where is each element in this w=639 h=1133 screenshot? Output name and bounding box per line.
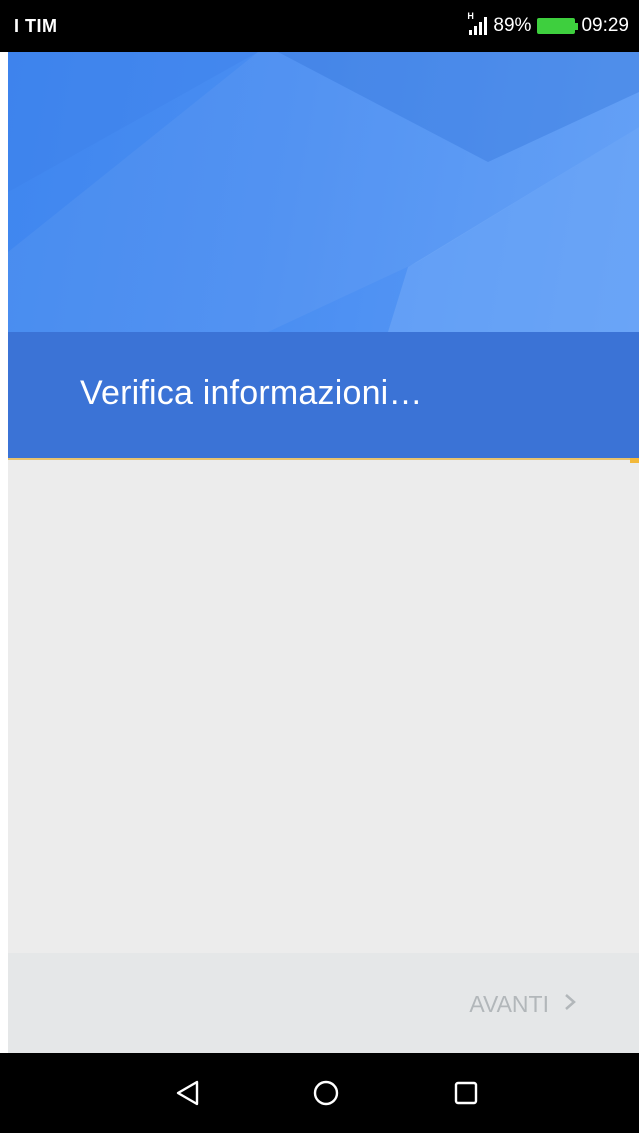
back-icon[interactable]	[170, 1075, 206, 1111]
next-button[interactable]: AVANTI	[469, 991, 577, 1018]
footer-bar: AVANTI	[8, 953, 639, 1053]
signal-icon: H	[467, 11, 488, 35]
status-indicators: H 89% 09:29	[467, 11, 629, 37]
page-title: Verifica informazioni…	[80, 374, 423, 412]
status-bar: I TIM H 89% 09:29	[0, 0, 639, 52]
recents-icon[interactable]	[448, 1075, 484, 1111]
progress-track	[8, 458, 630, 460]
battery-icon	[537, 18, 579, 34]
clock: 09:29	[581, 15, 629, 36]
next-button-label: AVANTI	[469, 991, 549, 1017]
device-screen: I TIM H 89% 09:29 Verifica informazioni…	[0, 0, 639, 1133]
screen-edge	[0, 52, 8, 1053]
battery-percent: 89%	[493, 15, 532, 36]
header-illustration	[8, 52, 639, 332]
title-bar: Verifica informazioni…	[8, 332, 639, 458]
home-icon[interactable]	[308, 1075, 344, 1111]
navigation-bar	[0, 1053, 639, 1133]
chevron-right-icon	[563, 992, 577, 1018]
content-area	[8, 463, 639, 953]
carrier-name: I TIM	[14, 15, 58, 36]
network-type: H	[467, 11, 474, 21]
